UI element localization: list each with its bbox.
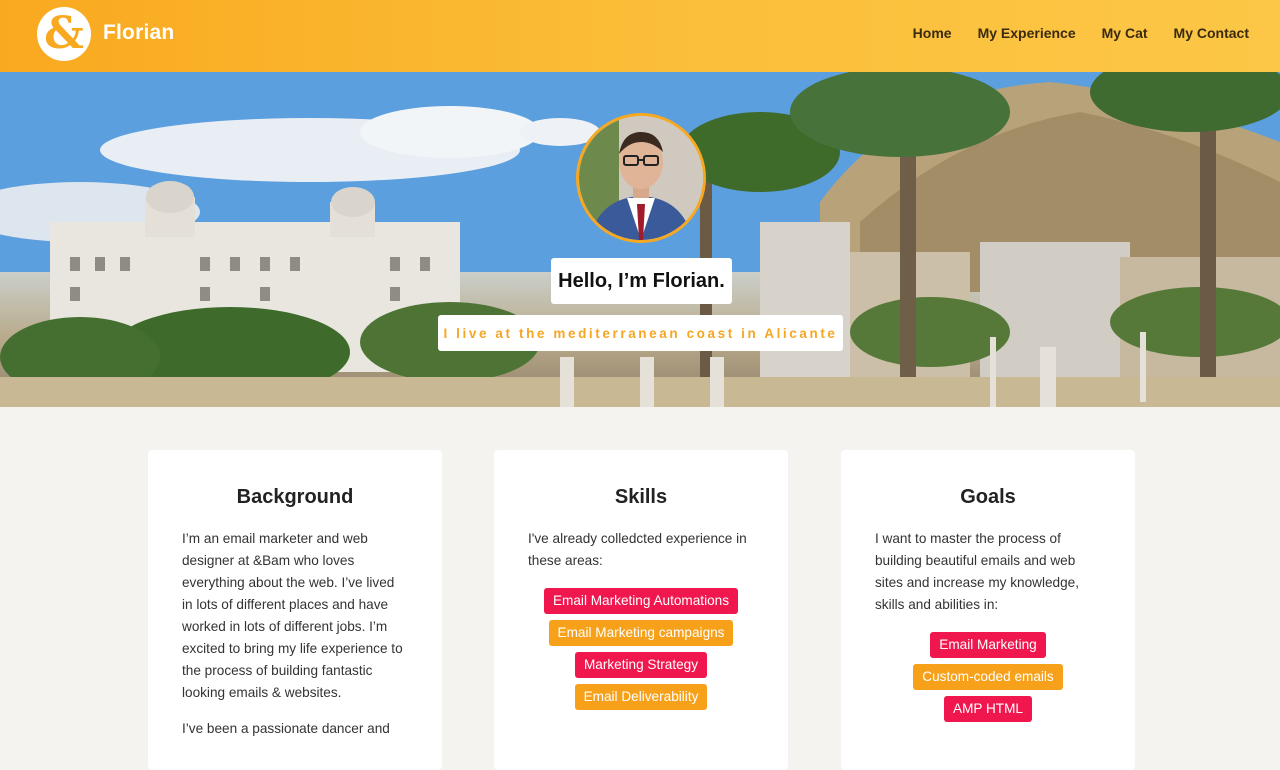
hero-greeting: Hello, I’m Florian. (551, 258, 732, 304)
nav-my-cat[interactable]: My Cat (1102, 25, 1148, 41)
ampersand-logo-icon[interactable]: & (37, 7, 91, 61)
skill-tag: Email Marketing Automations (543, 588, 739, 614)
card-text: I’ve been a passionate dancer and (182, 721, 390, 736)
person-portrait-icon (579, 116, 703, 240)
nav-my-experience[interactable]: My Experience (978, 25, 1076, 41)
goal-tag: AMP HTML (944, 696, 1032, 722)
skill-tag: Email Marketing campaigns (548, 620, 734, 646)
goal-tags: Email Marketing Custom-coded emails AMP … (841, 632, 1135, 722)
site-header: & Florian Home My Experience My Cat My C… (0, 0, 1280, 72)
card-text: I’m an email marketer and web designer a… (182, 531, 403, 700)
hero-banner: Hello, I’m Florian. I live at the medite… (0, 72, 1280, 407)
card-title: Goals (960, 486, 1016, 508)
profile-photo (576, 113, 706, 243)
card-text: I've already colledcted experience in th… (528, 531, 747, 568)
hero-subtitle: I live at the mediterranean coast in Ali… (438, 315, 843, 351)
card-background: Background I’m an email marketer and web… (148, 450, 442, 770)
nav-home[interactable]: Home (913, 25, 952, 41)
goal-tag: Email Marketing (930, 632, 1046, 658)
card-title: Skills (614, 486, 668, 508)
skill-tag: Marketing Strategy (574, 652, 708, 678)
main-nav: Home My Experience My Cat My Contact (913, 25, 1249, 41)
skill-tags: Email Marketing Automations Email Market… (494, 588, 788, 710)
skill-tag: Email Deliverability (574, 684, 708, 710)
brand-name[interactable]: Florian (103, 21, 174, 45)
card-goals: Goals I want to master the process of bu… (841, 450, 1135, 770)
nav-my-contact[interactable]: My Contact (1174, 25, 1249, 41)
card-text: I want to master the process of building… (875, 531, 1080, 612)
card-skills: Skills I've already colledcted experienc… (494, 450, 788, 770)
card-title: Background (236, 486, 354, 508)
goal-tag: Custom-coded emails (913, 664, 1063, 690)
